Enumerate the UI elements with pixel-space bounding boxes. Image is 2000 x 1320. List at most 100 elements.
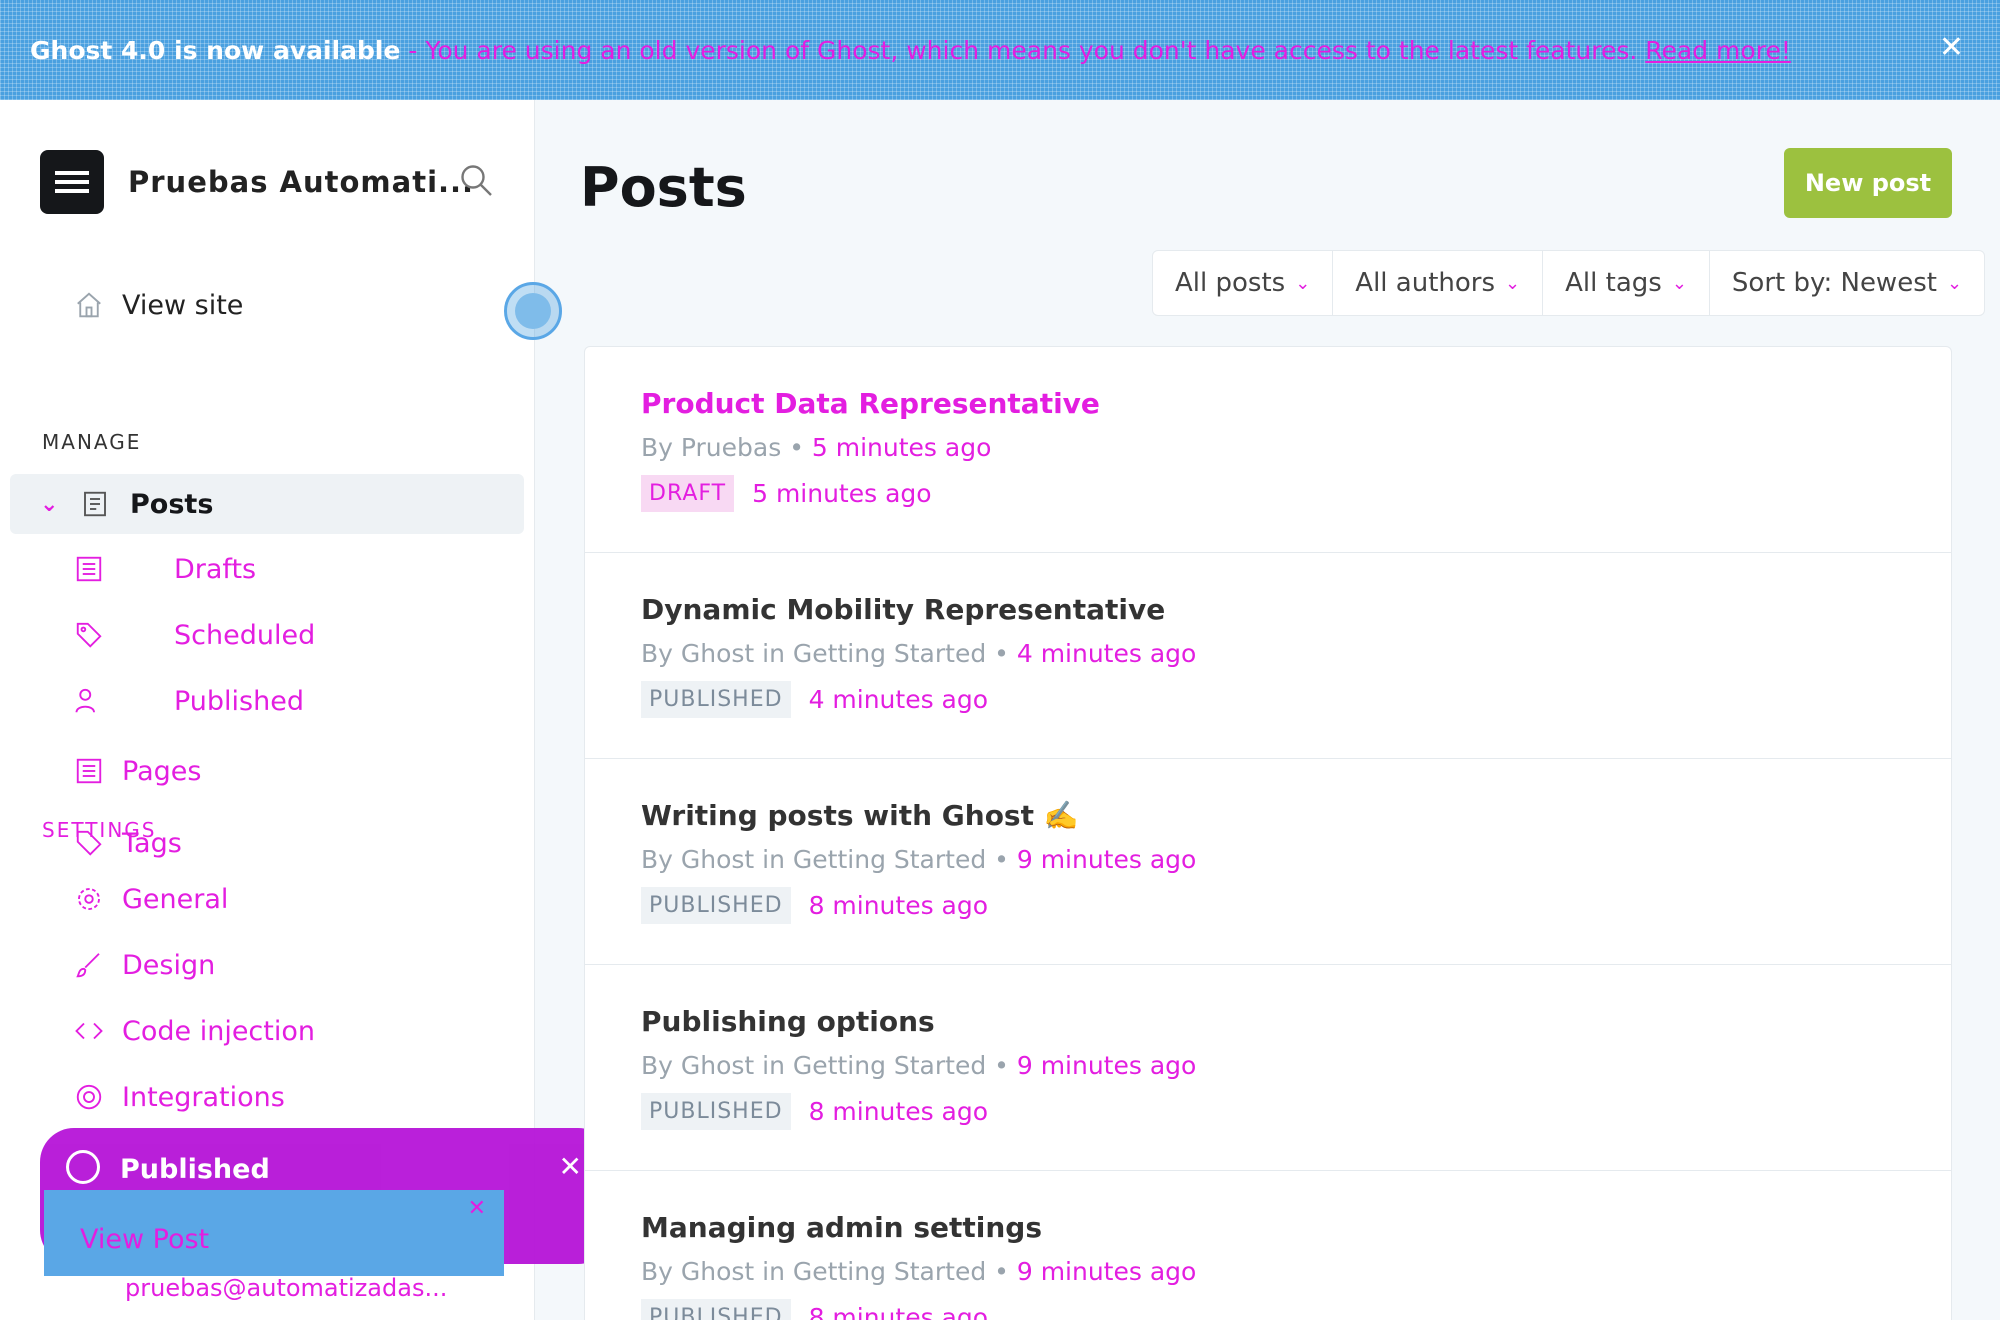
sidebar-item-scheduled[interactable]: Scheduled — [72, 618, 315, 652]
post-status-time: 5 minutes ago — [752, 479, 932, 508]
sidebar-item-general[interactable]: General — [72, 882, 228, 916]
new-post-button[interactable]: New post — [1784, 148, 1952, 218]
sidebar-item-design[interactable]: Design — [72, 948, 215, 982]
view-post-toast: View Post ✕ — [44, 1190, 504, 1276]
banner-message: - You are using an old version of Ghost,… — [408, 36, 1790, 65]
view-site-label: View site — [122, 289, 244, 321]
post-meta-time: 9 minutes ago — [1016, 1257, 1197, 1286]
chevron-down-icon: ⌄ — [1946, 272, 1963, 294]
status-badge: PUBLISHED — [641, 1299, 791, 1320]
post-status: PUBLISHED 4 minutes ago — [641, 681, 988, 718]
filter-sort[interactable]: Sort by: Newest ⌄ — [1710, 251, 1984, 315]
filter-author-label: All authors — [1355, 268, 1496, 298]
close-icon[interactable]: ✕ — [468, 1196, 486, 1221]
brush-icon — [72, 948, 106, 982]
site-logo — [40, 150, 104, 214]
sidebar-item-posts[interactable]: ⌄ Posts — [10, 474, 524, 534]
post-status: DRAFT 5 minutes ago — [641, 475, 932, 512]
filter-author[interactable]: All authors ⌄ — [1333, 251, 1544, 315]
main-content: Posts New post All posts ⌄ All authors ⌄ A… — [536, 100, 2000, 1320]
posts-list: Product Data Representative By Pruebas •… — [584, 346, 1952, 1320]
pages-icon — [72, 754, 106, 788]
user-email[interactable]: pruebas@automatizadas... — [125, 1274, 447, 1302]
close-icon[interactable]: ✕ — [1939, 30, 1964, 65]
sidebar-item-code-injection[interactable]: Code injection — [72, 1014, 315, 1048]
sidebar-item-tags[interactable]: Tags — [72, 826, 182, 860]
filter-bar: All posts ⌄ All authors ⌄ All tags ⌄ Sort b… — [1152, 250, 1986, 316]
post-meta-time: 4 minutes ago — [1016, 639, 1197, 668]
post-row[interactable]: Publishing options By Ghost in Getting S… — [585, 965, 1951, 1171]
integrations-icon — [72, 1080, 106, 1114]
post-title: Writing posts with Ghost ✍️ — [641, 799, 1079, 832]
post-row[interactable]: Writing posts with Ghost ✍️ By Ghost in … — [585, 759, 1951, 965]
home-icon — [72, 288, 106, 322]
chevron-down-icon: ⌄ — [1295, 272, 1311, 294]
code-icon — [72, 1014, 106, 1048]
manage-section-label: MANAGE — [42, 430, 142, 454]
sidebar-item-pages-label: Pages — [122, 755, 202, 787]
chevron-down-icon[interactable]: ⌄ — [40, 492, 64, 517]
post-status: PUBLISHED 8 minutes ago — [641, 1299, 988, 1320]
post-meta-time: 5 minutes ago — [811, 433, 992, 462]
sidebar-item-integrations-label: Integrations — [122, 1081, 285, 1113]
filter-sort-label: Sort by: Newest — [1731, 268, 1937, 298]
banner-read-more-link[interactable]: Read more! — [1645, 36, 1791, 65]
post-status-time: 8 minutes ago — [808, 1097, 989, 1126]
post-title: Product Data Representative — [641, 387, 1100, 420]
filter-tag-label: All tags — [1565, 268, 1662, 298]
post-title: Managing admin settings — [641, 1211, 1043, 1244]
toast-title: Published — [120, 1154, 270, 1185]
chevron-down-icon: ⌄ — [1505, 272, 1521, 294]
status-badge: DRAFT — [641, 475, 735, 512]
post-title: Publishing options — [641, 1005, 935, 1038]
post-author: By Ghost in Getting Started — [641, 1257, 987, 1286]
filter-type[interactable]: All posts ⌄ — [1153, 251, 1334, 315]
filter-tag[interactable]: All tags ⌄ — [1543, 251, 1710, 315]
post-meta: By Ghost in Getting Started • 9 minutes … — [641, 845, 1197, 874]
staff-icon — [72, 684, 106, 718]
post-row[interactable]: Dynamic Mobility Representative By Ghost… — [585, 553, 1951, 759]
post-meta: By Pruebas • 5 minutes ago — [641, 433, 992, 462]
banner-message-text: - You are using an old version of Ghost,… — [408, 35, 1638, 65]
post-row[interactable]: Managing admin settings By Ghost in Gett… — [585, 1171, 1951, 1320]
sidebar-item-posts-label: Posts — [130, 488, 214, 520]
post-meta: By Ghost in Getting Started • 9 minutes … — [641, 1257, 1197, 1286]
sidebar-item-drafts[interactable]: Drafts — [72, 552, 256, 586]
sidebar-item-design-label: Design — [122, 949, 216, 981]
search-icon[interactable] — [458, 162, 494, 198]
sidebar-item-integrations[interactable]: Integrations — [72, 1080, 285, 1114]
chevron-down-icon: ⌄ — [1671, 272, 1687, 294]
post-author: By Ghost in Getting Started — [641, 1051, 987, 1080]
tag-icon — [72, 618, 106, 652]
posts-icon — [80, 487, 114, 521]
status-badge: PUBLISHED — [641, 1093, 791, 1130]
sidebar-item-general-label: General — [122, 883, 229, 915]
filter-type-label: All posts — [1175, 268, 1286, 298]
drafts-icon — [72, 552, 106, 586]
status-badge: PUBLISHED — [641, 681, 791, 718]
sidebar-item-tags-label: Tags — [122, 827, 182, 859]
status-badge: PUBLISHED — [641, 887, 791, 924]
view-post-link[interactable]: View Post — [80, 1224, 209, 1255]
site-brand[interactable]: Pruebas Automati... — [40, 150, 474, 214]
post-author: By Pruebas — [641, 433, 782, 462]
view-site-link[interactable]: View site — [72, 288, 243, 322]
sidebar-item-drafts-label: Drafts — [174, 553, 257, 585]
sidebar-item-pages[interactable]: Pages — [72, 754, 201, 788]
page-title: Posts — [580, 156, 747, 219]
upgrade-banner: Ghost 4.0 is now available - You are usi… — [0, 0, 2000, 100]
sidebar-item-published-label: Published — [174, 685, 304, 717]
post-author: By Ghost in Getting Started — [641, 639, 987, 668]
post-status-time: 4 minutes ago — [808, 685, 989, 714]
sidebar-item-scheduled-label: Scheduled — [174, 619, 316, 651]
site-name: Pruebas Automati... — [128, 165, 475, 199]
post-status-time: 8 minutes ago — [808, 891, 989, 920]
post-meta-time: 9 minutes ago — [1016, 845, 1197, 874]
sidebar-item-published[interactable]: Published — [72, 684, 304, 718]
post-meta-time: 9 minutes ago — [1016, 1051, 1197, 1080]
post-meta: By Ghost in Getting Started • 4 minutes … — [641, 639, 1197, 668]
banner-headline: Ghost 4.0 is now available — [30, 35, 401, 65]
post-title: Dynamic Mobility Representative — [641, 593, 1166, 626]
check-circle-icon — [66, 1150, 100, 1184]
post-row[interactable]: Product Data Representative By Pruebas •… — [585, 347, 1951, 553]
